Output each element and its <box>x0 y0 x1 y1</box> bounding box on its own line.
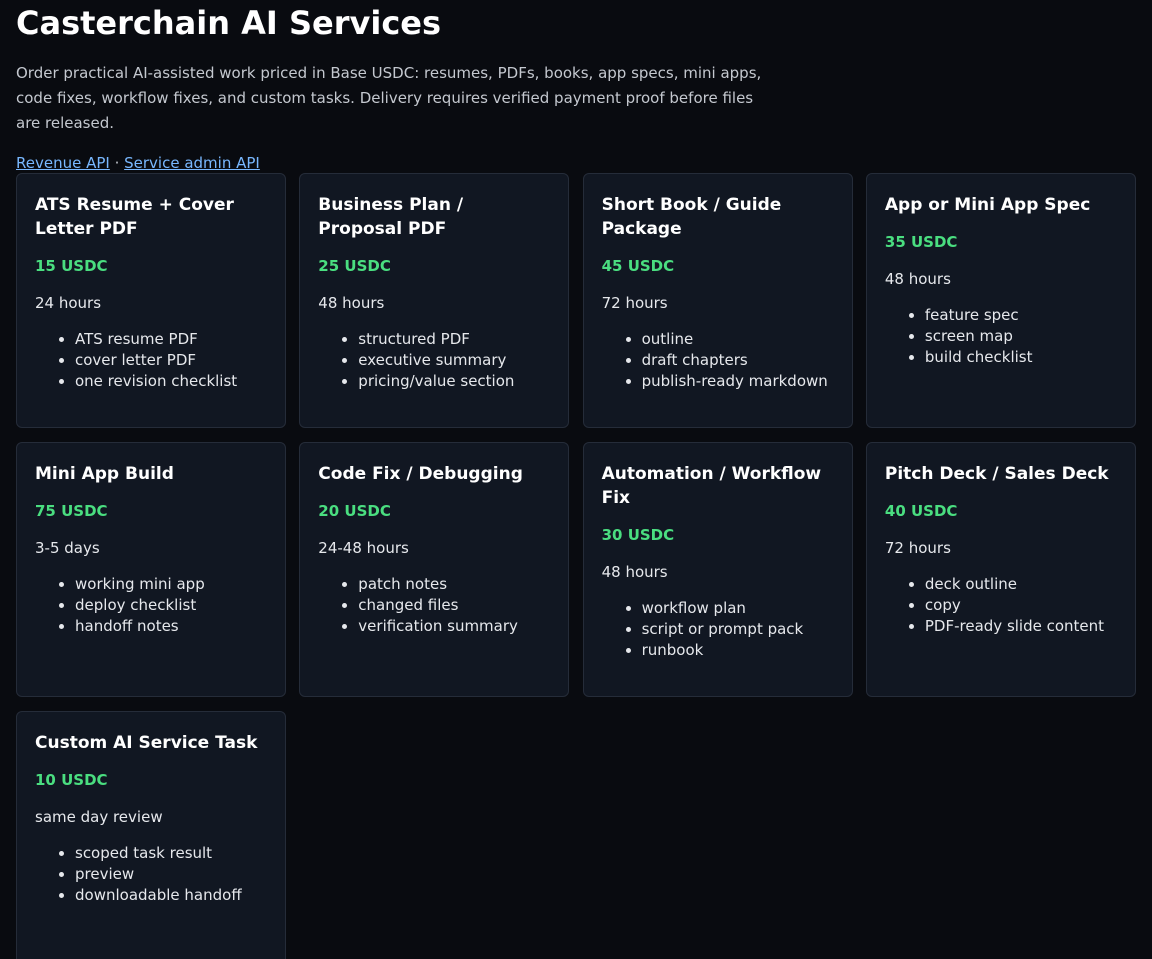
service-turnaround: 48 hours <box>318 294 385 312</box>
service-card-ats-resume[interactable]: ATS Resume + Cover Letter PDF 15 USDC 24… <box>16 173 286 428</box>
service-title: Short Book / Guide Package <box>601 195 782 239</box>
service-card-business-plan[interactable]: Business Plan / Proposal PDF 25 USDC 48 … <box>299 173 570 428</box>
service-title: Business Plan / Proposal PDF <box>318 195 464 239</box>
deliverables-list: deck outline copy PDF-ready slide conten… <box>885 574 1117 637</box>
deliverable-item: copy <box>925 595 1117 616</box>
deliverables-list: working mini app deploy checklist handof… <box>35 574 267 637</box>
service-title: Custom AI Service Task <box>35 733 258 753</box>
service-title: Pitch Deck / Sales Deck <box>884 464 1109 484</box>
page-intro: Order practical AI-assisted work priced … <box>16 64 762 132</box>
deliverable-item: ATS resume PDF <box>75 329 267 350</box>
deliverable-item: changed files <box>358 595 550 616</box>
deliverable-item: handoff notes <box>75 616 267 637</box>
service-title: Code Fix / Debugging <box>318 464 523 484</box>
deliverable-item: scoped task result <box>75 843 267 864</box>
service-turnaround: 24-48 hours <box>318 539 409 557</box>
deliverables-list: outline draft chapters publish-ready mar… <box>602 329 834 392</box>
service-turnaround: 48 hours <box>884 270 951 288</box>
deliverable-item: downloadable handoff <box>75 885 267 906</box>
deliverables-list: patch notes changed files verification s… <box>318 574 550 637</box>
link-separator: · <box>109 154 125 172</box>
service-price: 40 USDC <box>884 502 958 520</box>
service-card-app-spec[interactable]: App or Mini App Spec 35 USDC 48 hours fe… <box>865 173 1136 428</box>
service-card-automation-workflow[interactable]: Automation / Workflow Fix 30 USDC 48 hou… <box>582 442 853 697</box>
service-turnaround: 72 hours <box>601 294 668 312</box>
deliverable-item: cover letter PDF <box>75 350 267 371</box>
service-price: 35 USDC <box>884 233 958 251</box>
deliverables-list: workflow plan script or prompt pack runb… <box>602 598 834 661</box>
deliverable-item: deploy checklist <box>75 595 267 616</box>
service-price: 45 USDC <box>601 257 675 275</box>
deliverable-item: PDF-ready slide content <box>925 616 1117 637</box>
service-price: 15 USDC <box>35 257 108 275</box>
deliverable-item: publish-ready markdown <box>642 371 834 392</box>
service-price: 10 USDC <box>35 771 108 789</box>
deliverable-item: outline <box>642 329 834 350</box>
deliverable-item: verification summary <box>358 616 550 637</box>
deliverable-item: screen map <box>925 326 1117 347</box>
page: Casterchain AI Services Order practical … <box>0 0 1152 959</box>
service-price: 25 USDC <box>318 257 391 275</box>
page-title: Casterchain AI Services <box>16 4 442 42</box>
deliverables-list: scoped task result preview downloadable … <box>35 843 267 906</box>
deliverable-item: deck outline <box>925 574 1117 595</box>
api-links: Revenue API · Service admin API <box>16 152 1136 174</box>
deliverable-item: one revision checklist <box>75 371 267 392</box>
deliverables-list: structured PDF executive summary pricing… <box>318 329 550 392</box>
deliverable-item: draft chapters <box>642 350 834 371</box>
deliverables-list: ATS resume PDF cover letter PDF one revi… <box>35 329 267 392</box>
service-turnaround: same day review <box>35 808 163 826</box>
service-card-pitch-deck[interactable]: Pitch Deck / Sales Deck 40 USDC 72 hours… <box>865 442 1136 697</box>
deliverable-item: build checklist <box>925 347 1117 368</box>
service-turnaround: 48 hours <box>601 563 668 581</box>
deliverable-item: feature spec <box>925 305 1117 326</box>
service-turnaround: 72 hours <box>884 539 951 557</box>
service-price: 75 USDC <box>35 502 108 520</box>
deliverable-item: working mini app <box>75 574 267 595</box>
service-title: App or Mini App Spec <box>884 195 1091 215</box>
service-turnaround: 3-5 days <box>35 539 100 557</box>
service-title: ATS Resume + Cover Letter PDF <box>35 195 234 239</box>
revenue-api-link[interactable]: Revenue API <box>16 154 110 172</box>
service-title: Mini App Build <box>35 464 174 484</box>
deliverable-item: preview <box>75 864 267 885</box>
deliverable-item: patch notes <box>358 574 550 595</box>
deliverable-item: executive summary <box>358 350 550 371</box>
service-card-code-fix[interactable]: Code Fix / Debugging 20 USDC 24-48 hours… <box>299 442 570 697</box>
services-grid: ATS Resume + Cover Letter PDF 15 USDC 24… <box>16 173 1136 959</box>
service-title: Automation / Workflow Fix <box>601 464 822 508</box>
service-card-mini-app-build[interactable]: Mini App Build 75 USDC 3-5 days working … <box>16 442 286 697</box>
service-card-short-book[interactable]: Short Book / Guide Package 45 USDC 72 ho… <box>582 173 853 428</box>
service-turnaround: 24 hours <box>35 294 102 312</box>
service-admin-api-link[interactable]: Service admin API <box>124 154 260 172</box>
deliverable-item: script or prompt pack <box>642 619 834 640</box>
deliverable-item: pricing/value section <box>358 371 550 392</box>
deliverable-item: workflow plan <box>642 598 834 619</box>
service-price: 30 USDC <box>601 526 675 544</box>
service-card-custom-task[interactable]: Custom AI Service Task 10 USDC same day … <box>16 711 286 959</box>
deliverable-item: runbook <box>642 640 834 661</box>
service-price: 20 USDC <box>318 502 391 520</box>
deliverable-item: structured PDF <box>358 329 550 350</box>
deliverables-list: feature spec screen map build checklist <box>885 305 1117 368</box>
